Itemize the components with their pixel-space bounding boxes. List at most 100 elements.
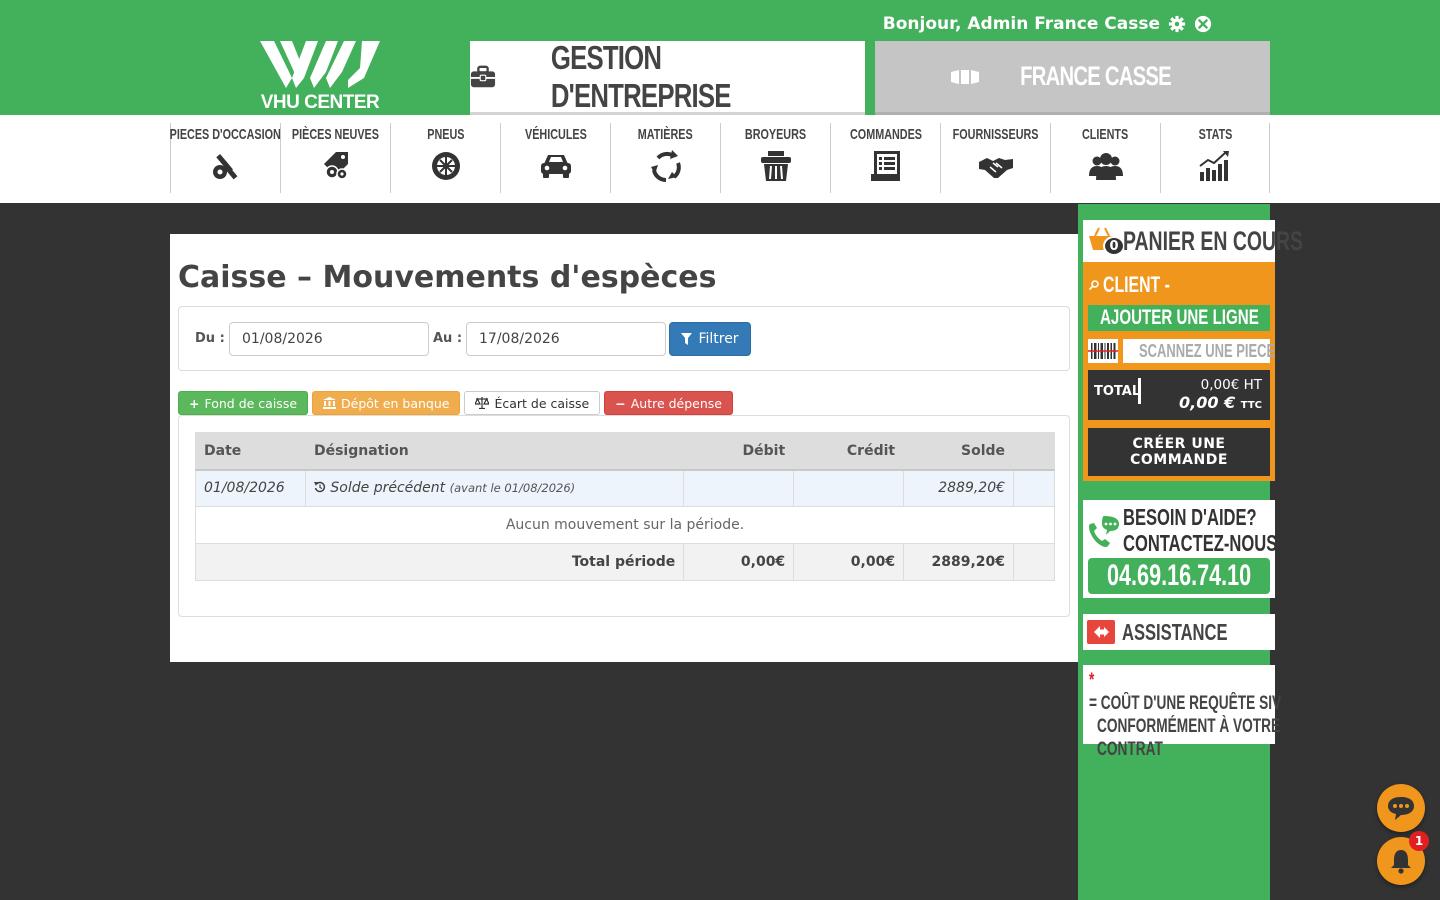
total-actions — [1013, 543, 1055, 581]
add-line-label: AJOUTER UNE LIGNE — [1100, 306, 1259, 329]
ecart-caisse-button[interactable]: Écart de caisse — [464, 391, 601, 415]
cart-count-badge: 0 — [1103, 236, 1125, 256]
tab-gestion-entreprise[interactable]: GESTION D'ENTREPRISE — [470, 39, 865, 115]
create-order-line2: COMMANDE — [1130, 452, 1228, 468]
notifications-button[interactable]: 1 — [1377, 831, 1429, 885]
menu-stats[interactable]: STATS — [1160, 123, 1270, 193]
help-line1: BESOIN D'AIDE? — [1123, 504, 1257, 530]
date-to-input[interactable] — [466, 322, 666, 356]
menu-label: PIÈCES NEUVES — [291, 126, 380, 143]
filter-button-label: Filtrer — [698, 331, 739, 347]
movements-table: Date Désignation Débit Crédit Solde 01/0… — [194, 432, 1055, 581]
client-selector[interactable]: CLIENT - — [1089, 272, 1196, 298]
fond-de-caisse-button[interactable]: + Fond de caisse — [178, 391, 309, 415]
basket-icon: 0 — [1087, 226, 1125, 256]
total-ttc: 0,00 € TTC — [1179, 393, 1262, 412]
total-ttc-suffix: TTC — [1240, 400, 1262, 411]
document-icon — [870, 151, 900, 181]
logout-close-icon[interactable] — [1194, 15, 1212, 33]
cart-header[interactable]: 0 PANIER EN COURS — [1083, 220, 1303, 262]
col-actions — [1013, 432, 1055, 471]
button-label: Fond de caisse — [204, 395, 298, 411]
menu-broyeurs[interactable]: BROYEURS — [720, 123, 830, 193]
menu-commandes[interactable]: COMMANDES — [830, 123, 940, 193]
cart-title: PANIER EN COURS — [1123, 225, 1304, 256]
chat-bubble-icon — [1388, 797, 1414, 820]
page-title: Caisse – Mouvements d'espèces — [178, 260, 717, 295]
from-label: Du : — [195, 331, 225, 346]
cell-solde: 2889,20€ — [903, 469, 1015, 507]
note-line3: CONTRAT — [1097, 739, 1163, 760]
filter-icon — [681, 333, 693, 345]
barcode-scan-icon[interactable] — [1088, 339, 1118, 363]
depot-banque-button[interactable]: Dépôt en banque — [312, 391, 461, 415]
chat-button[interactable] — [1377, 784, 1425, 832]
gear-icon[interactable] — [1168, 15, 1186, 33]
remote-assistance-icon — [1087, 620, 1115, 644]
total-solde: 2889,20€ — [903, 543, 1015, 581]
tire-icon — [431, 152, 460, 180]
menu-matieres[interactable]: MATIÈRES — [610, 123, 720, 193]
minus-icon: − — [615, 395, 626, 411]
col-debit: Débit — [683, 432, 795, 471]
designation-note: (avant le 01/08/2026) — [449, 481, 576, 496]
plus-icon: + — [189, 395, 200, 411]
designation-text: Solde précédent — [330, 480, 446, 497]
total-label: TOTAL — [1094, 384, 1141, 399]
car-icon — [540, 155, 571, 178]
table-row-previous-balance: 01/08/2026 Solde précédent (avant le 01/… — [195, 469, 1055, 507]
crusher-icon — [760, 151, 791, 181]
date-from-input[interactable] — [229, 322, 429, 356]
menu-pneus[interactable]: PNEUS — [390, 123, 500, 193]
menu-fournisseurs[interactable]: FOURNISSEURS — [940, 123, 1050, 193]
vhu-center-logo[interactable]: VHU CENTER — [256, 38, 384, 114]
col-credit: Crédit — [793, 432, 905, 471]
cell-date: 01/08/2026 — [195, 469, 306, 507]
total-ht: 0,00€ HT — [1200, 377, 1262, 393]
search-icon — [1089, 280, 1099, 290]
empty-message: Aucun mouvement sur la période. — [195, 506, 1055, 544]
cell-debit — [683, 469, 795, 507]
col-solde: Solde — [903, 432, 1015, 471]
note-line1: = COÛT D'UNE REQUÊTE SIV — [1089, 693, 1282, 714]
add-line-button[interactable]: AJOUTER UNE LIGNE — [1088, 305, 1270, 331]
main-menu: PIECES D'OCCASION PIÈCES NEUVES PNEUS VÉ… — [170, 123, 1270, 193]
tab-france-casse[interactable]: FRANCE CASSE — [875, 41, 1270, 115]
greeting-text: Bonjour, Admin France Casse — [882, 14, 1160, 34]
balance-scale-icon — [475, 397, 490, 409]
phone-chat-icon — [1089, 516, 1119, 547]
col-date: Date — [195, 432, 306, 471]
assistance-label: ASSISTANCE — [1122, 618, 1228, 645]
notification-count-badge: 1 — [1409, 831, 1429, 851]
menu-pieces-occasion[interactable]: PIECES D'OCCASION — [170, 123, 281, 193]
scan-part-input[interactable]: SCANNEZ UNE PIECE — [1123, 339, 1275, 363]
table-row-empty: Aucun mouvement sur la période. — [195, 506, 1055, 544]
phone-number-button[interactable]: 04.69.16.74.10 — [1088, 558, 1270, 594]
cart-body: CLIENT - AJOUTER UNE LIGNE SCANNEZ UNE P… — [1083, 262, 1275, 481]
menu-label: FOURNISSEURS — [952, 126, 1039, 143]
menu-pieces-neuves[interactable]: PIÈCES NEUVES — [280, 123, 390, 193]
autre-depense-button[interactable]: − Autre dépense — [604, 391, 733, 415]
assistance-button[interactable]: ASSISTANCE — [1083, 614, 1275, 650]
cell-designation: Solde précédent (avant le 01/08/2026) — [304, 469, 685, 507]
menu-label: BROYEURS — [744, 126, 807, 143]
menu-vehicules[interactable]: VÉHICULES — [500, 123, 610, 193]
create-order-button[interactable]: CRÉER UNE COMMANDE — [1088, 428, 1270, 476]
tag-gears-icon — [323, 152, 348, 180]
total-divider — [1138, 378, 1141, 404]
bell-icon — [1391, 850, 1411, 874]
movements-table-container: Date Désignation Débit Crédit Solde 01/0… — [178, 415, 1070, 617]
table-header-row: Date Désignation Débit Crédit Solde — [195, 432, 1055, 471]
bank-icon — [323, 397, 337, 409]
cell-credit — [793, 469, 905, 507]
logo-mark-icon — [260, 41, 380, 88]
note-line2: CONFORMÉMENT À VOTRE — [1097, 716, 1281, 737]
menu-clients[interactable]: CLIENTS — [1050, 123, 1160, 193]
cash-actions: + Fond de caisse Dépôt en banque Écart d… — [178, 391, 733, 415]
menu-label: PNEUS — [426, 126, 465, 143]
filter-button[interactable]: Filtrer — [669, 322, 751, 356]
total-label: Total période — [194, 543, 685, 581]
phone-number: 04.69.16.74.10 — [1106, 559, 1252, 592]
button-label: Dépôt en banque — [341, 395, 450, 411]
briefcase-icon — [470, 65, 496, 87]
